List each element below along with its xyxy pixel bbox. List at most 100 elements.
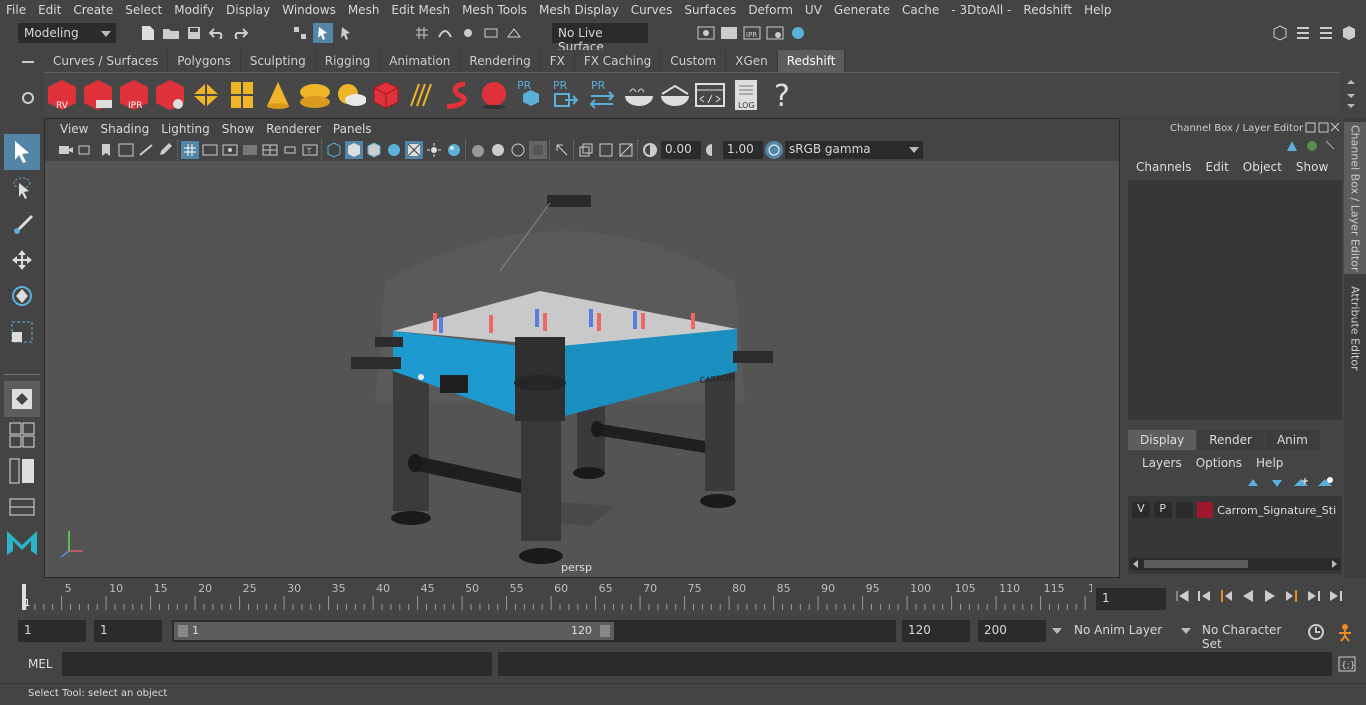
shelf-tab-fx[interactable]: FX [540, 50, 575, 72]
undo-icon[interactable] [207, 23, 227, 43]
snap-grid-icon[interactable] [412, 23, 432, 43]
gate-mask-icon[interactable] [241, 141, 259, 159]
shelf-tab-redshift[interactable]: Redshift [777, 50, 846, 72]
layer-display-type[interactable] [1175, 502, 1194, 518]
redshift-ipr-icon[interactable]: IPR [118, 78, 150, 112]
layer-tab-render[interactable]: Render [1197, 430, 1264, 450]
shelf-tab-polygons[interactable]: Polygons [168, 50, 241, 72]
shelf-scroll-arrows[interactable] [1344, 76, 1358, 112]
layer-color-swatch[interactable] [1197, 502, 1214, 518]
play-forwards-icon[interactable] [1262, 588, 1278, 604]
menu-mesh-tools[interactable]: Mesh Tools [456, 3, 533, 17]
graph-layout-icon[interactable] [4, 489, 40, 525]
layer-menu-options[interactable]: Options [1190, 456, 1248, 470]
range-start-handle[interactable] [178, 625, 188, 637]
shelf-tab-rigging[interactable]: Rigging [315, 50, 381, 72]
ies-light-icon[interactable] [406, 78, 438, 112]
select-component-icon[interactable] [336, 23, 356, 43]
menu-mesh-display[interactable]: Mesh Display [533, 3, 625, 17]
layer-tab-display[interactable]: Display [1128, 430, 1197, 450]
status-dot-icon[interactable] [1307, 141, 1317, 151]
step-back-key-icon[interactable] [1218, 588, 1234, 604]
backface-culling-icon[interactable] [617, 141, 635, 159]
viewport-menu-renderer[interactable]: Renderer [260, 122, 327, 136]
xray-active-icon[interactable] [597, 141, 615, 159]
step-forward-icon[interactable] [1306, 588, 1322, 604]
camera-select-icon[interactable] [57, 141, 75, 159]
menu-help[interactable]: Help [1078, 3, 1117, 17]
gamma-icon[interactable] [703, 141, 721, 159]
go-to-end-icon[interactable] [1328, 588, 1344, 604]
exposure-field[interactable]: 0.00 [661, 141, 701, 159]
new-layer-icon[interactable] [1292, 476, 1310, 490]
menu-uv[interactable]: UV [799, 3, 828, 17]
script-language-toggle[interactable]: MEL [28, 657, 53, 671]
channel-box-toggle-icon[interactable] [1339, 23, 1359, 43]
modeling-toolkit-icon[interactable] [1293, 23, 1313, 43]
shelf-tab-curves-surfaces[interactable]: Curves / Surfaces [44, 50, 169, 72]
layer-name[interactable]: Carrom_Signature_Stic [1217, 504, 1336, 517]
snap-view-icon[interactable] [481, 23, 501, 43]
channel-list[interactable] [1128, 180, 1342, 420]
move-layer-down-icon[interactable] [1268, 476, 1286, 490]
viewport-menu-lighting[interactable]: Lighting [155, 122, 216, 136]
redo-icon[interactable] [230, 23, 250, 43]
viewport-menu-panels[interactable]: Panels [327, 122, 378, 136]
area-light-icon[interactable] [190, 78, 222, 112]
snap-curve-icon[interactable] [435, 23, 455, 43]
script-editor-icon[interactable] [694, 78, 726, 112]
portal-light-icon[interactable] [226, 78, 258, 112]
exposure-icon[interactable] [641, 141, 659, 159]
step-back-icon[interactable] [1196, 588, 1212, 604]
color-management-icon[interactable] [765, 141, 783, 159]
gamma-field[interactable]: 1.00 [723, 141, 763, 159]
multisample-aa-icon[interactable] [489, 141, 507, 159]
layer-visibility-toggle[interactable]: V [1132, 502, 1150, 518]
mode-selector[interactable]: Modeling [18, 23, 116, 43]
grid-toggle-icon[interactable] [181, 141, 199, 159]
shelf-tab-rendering[interactable]: Rendering [460, 50, 541, 72]
menu-windows[interactable]: Windows [276, 3, 342, 17]
save-scene-icon[interactable] [184, 23, 204, 43]
view-transform-dropdown[interactable]: sRGB gamma [785, 141, 923, 159]
channel-box-menu-object[interactable]: Object [1237, 160, 1288, 174]
animation-start-field[interactable]: 1 [18, 620, 86, 642]
isolate-select-icon[interactable] [529, 141, 547, 159]
snap-surface-icon[interactable] [504, 23, 524, 43]
open-scene-icon[interactable] [161, 23, 181, 43]
material-pie-icon[interactable] [658, 78, 690, 112]
viewport-menu-shading[interactable]: Shading [94, 122, 155, 136]
menu-curves[interactable]: Curves [625, 3, 679, 17]
safe-title-icon[interactable]: T [301, 141, 319, 159]
proxy-import-icon[interactable]: PR [550, 78, 582, 112]
shelf-tab-fx-caching[interactable]: FX Caching [574, 50, 662, 72]
menu-surfaces[interactable]: Surfaces [678, 3, 742, 17]
wireframe-on-shaded-icon[interactable] [365, 141, 383, 159]
screen-space-ao-icon[interactable] [445, 141, 463, 159]
render-view-icon[interactable] [696, 23, 716, 43]
menu-select[interactable]: Select [119, 3, 168, 17]
script-editor-button-icon[interactable]: {;} [1338, 656, 1356, 672]
lasso-tool-icon[interactable] [4, 170, 40, 206]
character-set-dropdown[interactable]: No Character Set [1178, 620, 1300, 651]
animation-end-field[interactable]: 200 [978, 620, 1046, 642]
attribute-editor-toggle-icon[interactable] [1316, 23, 1336, 43]
select-object-icon[interactable] [313, 23, 333, 43]
menu-edit[interactable]: Edit [32, 3, 67, 17]
sun-sky-icon[interactable] [334, 78, 366, 112]
paint-select-tool-icon[interactable] [4, 206, 40, 242]
animation-preferences-icon[interactable] [1334, 622, 1356, 642]
layer-scrollbar-thumb[interactable] [1144, 560, 1248, 568]
menu-modify[interactable]: Modify [168, 3, 220, 17]
go-to-start-icon[interactable] [1174, 588, 1190, 604]
field-chart-icon[interactable] [261, 141, 279, 159]
bookmark-icon[interactable] [97, 141, 115, 159]
live-surface-field[interactable]: No Live Surface [552, 23, 648, 54]
material-bowl-icon[interactable] [622, 78, 654, 112]
pin-icon[interactable] [1325, 140, 1335, 150]
single-view-layout-icon[interactable] [4, 381, 40, 417]
menu-mesh[interactable]: Mesh [342, 3, 386, 17]
range-slider-bar[interactable]: 1 120 [174, 622, 614, 640]
menu-edit-mesh[interactable]: Edit Mesh [385, 3, 456, 17]
select-tool-icon[interactable] [4, 134, 40, 170]
